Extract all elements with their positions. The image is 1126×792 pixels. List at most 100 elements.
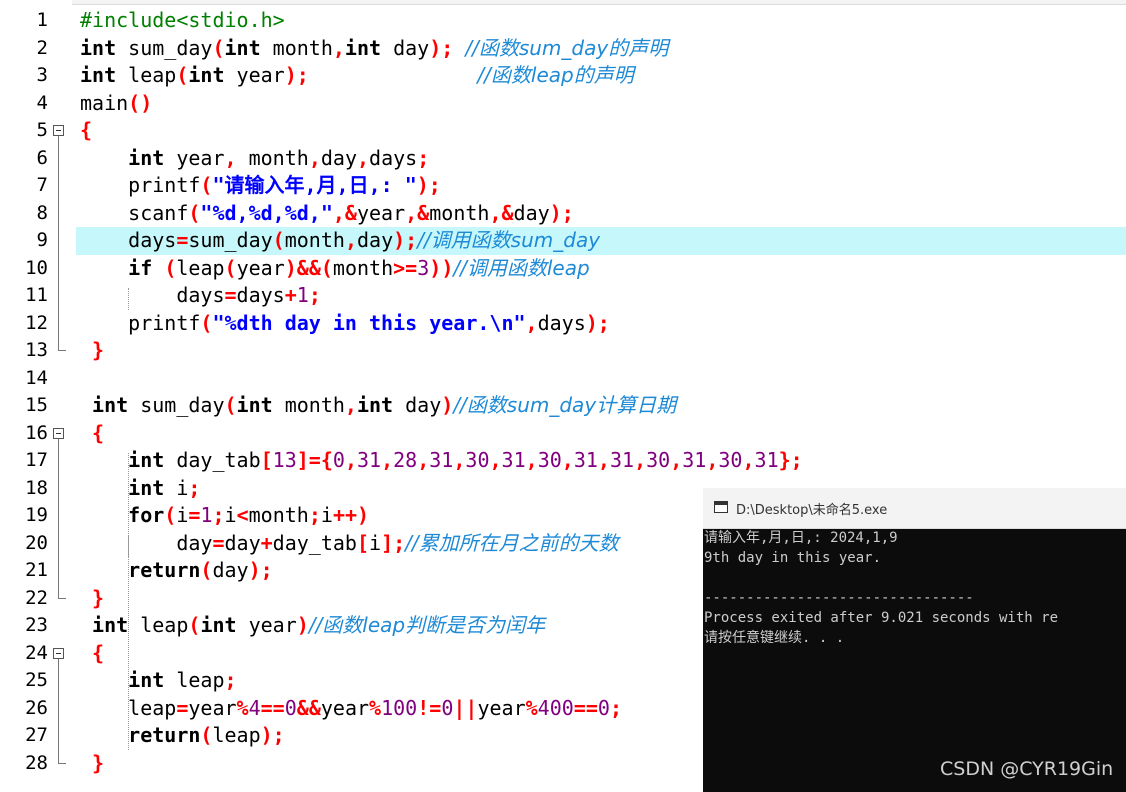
console-window-icon [714, 501, 728, 513]
code-token: days [236, 283, 285, 307]
code-token: scanf [80, 200, 189, 225]
code-comment: //调用函数sum_day [417, 228, 601, 252]
code-line[interactable]: scanf("%d,%d,%d,",&year,&month,&day); [80, 200, 574, 228]
code-line[interactable]: int leap; [80, 667, 236, 695]
code-token: ,& [332, 200, 357, 225]
fold-toggle-icon[interactable] [53, 125, 64, 136]
code-token: , [332, 35, 345, 60]
code-token: ) [441, 393, 454, 417]
code-token: 31 [573, 448, 598, 472]
code-line[interactable]: int sum_day(int month,int day); //函数sum_… [80, 35, 668, 63]
code-line[interactable]: int day_tab[13]={0,31,28,31,30,31,30,31,… [80, 447, 803, 475]
code-token: , [634, 448, 647, 472]
code-token: ; [308, 283, 321, 307]
code-token: 0 [332, 448, 345, 472]
code-line[interactable]: { [80, 640, 104, 668]
code-token: 0 [597, 695, 610, 720]
code-line[interactable]: return(leap); [80, 722, 285, 750]
code-token: month [284, 228, 345, 252]
code-token: == [573, 695, 598, 720]
code-token: ]={ [296, 448, 333, 472]
code-line[interactable]: { [80, 117, 92, 145]
code-string: "请输入年,月,日,: " [212, 173, 417, 197]
line-number: 19 [25, 504, 48, 526]
code-line[interactable]: printf("%dth day in this year.\n",days); [80, 310, 610, 338]
code-token: month [248, 503, 309, 527]
code-token: = [176, 228, 189, 252]
code-line[interactable]: return(day); [80, 557, 273, 585]
code-line[interactable]: int year, month,day,days; [80, 145, 429, 173]
code-token: 100 [381, 695, 418, 720]
console-output-line: 请按任意键继续. . . [704, 630, 845, 646]
code-comment: //调用函数leap [453, 255, 590, 280]
code-line[interactable]: for(i=1;i<month;i++) [80, 502, 369, 530]
code-token: 30 [537, 448, 562, 472]
line-number: 26 [25, 696, 48, 719]
code-line[interactable]: int sum_day(int month,int day)//函数sum_da… [80, 392, 676, 420]
code-line[interactable]: day=day+day_tab[i];//累加所在月之前的天数 [80, 530, 618, 558]
code-token: printf [80, 310, 201, 335]
code-token: year [320, 695, 370, 720]
code-token: [ [356, 530, 370, 555]
console-window[interactable]: D:\Desktop\未命名5.exe 请输入年,月,日,: 2024,1,9 9… [703, 488, 1126, 792]
code-token: leap [176, 255, 225, 280]
code-token: ); [248, 558, 273, 582]
code-token: , [525, 448, 538, 472]
code-token: year [477, 695, 526, 720]
code-token: leap [212, 723, 261, 747]
code-token: ( [200, 558, 213, 582]
line-number: 4 [36, 91, 48, 114]
code-line[interactable]: days=days+1; [80, 282, 321, 310]
line-number: 6 [36, 146, 48, 169]
code-line[interactable]: } [80, 585, 104, 613]
fold-range-line [58, 136, 59, 350]
line-number: 2 [36, 36, 48, 59]
code-token: ( [200, 723, 213, 747]
code-token: , [597, 448, 610, 472]
code-token: , [706, 448, 719, 472]
console-output-line: 9th day in this year. [704, 550, 882, 566]
code-token: ( [200, 310, 213, 335]
code-token: ( [188, 200, 201, 225]
code-line[interactable]: printf("请输入年,月,日,: "); [80, 172, 441, 200]
code-token: year [188, 695, 237, 720]
code-token: 30 [646, 448, 671, 472]
code-token: , [344, 448, 357, 472]
code-token: i [320, 503, 333, 527]
code-token: ( [188, 613, 201, 637]
code-token: == [260, 695, 285, 720]
fold-end-mark [58, 350, 66, 351]
code-token: ; [188, 475, 201, 500]
fold-toggle-icon[interactable] [53, 647, 64, 659]
code-token: 30 [718, 448, 743, 472]
code-token: ); [416, 173, 441, 197]
code-line[interactable]: int leap(int year); //函数leap的声明 [80, 62, 634, 90]
code-line[interactable]: leap=year%4==0&&year%100!=0||year%400==0… [80, 695, 622, 723]
code-line[interactable]: int leap(int year)//函数leap判断是否为闰年 [80, 612, 545, 640]
code-line[interactable]: { [80, 420, 104, 448]
code-line[interactable]: #include<stdio.h> [80, 7, 285, 35]
code-line[interactable]: } [80, 750, 104, 778]
line-number: 15 [25, 394, 48, 416]
code-line[interactable]: days=sum_day(month,day);//调用函数sum_day [80, 227, 600, 255]
code-line[interactable]: int i; [80, 475, 200, 503]
line-number: 13 [25, 339, 48, 361]
code-line[interactable]: if (leap(year)&&(month>=3))//调用函数leap [80, 255, 590, 283]
code-token: ; [417, 145, 430, 170]
fold-toggle-icon[interactable] [53, 427, 64, 439]
code-token: main [80, 90, 129, 115]
console-title-bar[interactable]: D:\Desktop\未命名5.exe [703, 488, 1126, 529]
line-number: 11 [25, 284, 48, 306]
code-token: ( [212, 35, 225, 60]
code-token: } [92, 338, 105, 362]
code-token: 0 [284, 695, 297, 720]
code-token: ( [176, 63, 189, 87]
code-line[interactable]: } [80, 337, 104, 365]
code-token: 31 [429, 448, 454, 472]
code-line[interactable]: main() [80, 90, 152, 118]
